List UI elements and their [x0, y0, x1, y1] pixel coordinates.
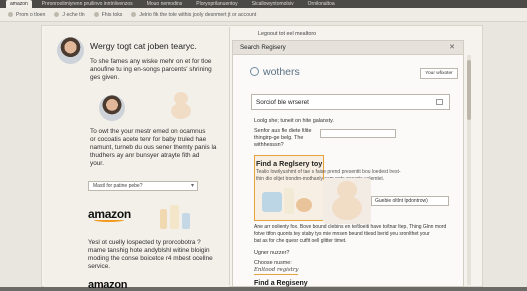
amazon-logo: amazon — [88, 279, 128, 291]
registry-search-field[interactable]: Sorciof ble wrseret — [251, 94, 450, 110]
field-icon — [436, 99, 443, 105]
teddy-bear-image — [323, 178, 371, 224]
choose-name-label: Choose nusme: — [254, 260, 292, 266]
question-select[interactable]: Mastl for patine pebe? ▾ — [88, 181, 198, 191]
handwritten-registry-name: Enltood registry — [254, 267, 299, 275]
tab[interactable]: Ornilonaltoa — [304, 1, 339, 7]
panel-label-line: thingirp-ge belg. The — [254, 135, 304, 141]
tab[interactable]: Pnronroolimiyrenn pruilinvo inntnlivenzo… — [38, 1, 137, 7]
avatar — [99, 95, 125, 121]
select-value: Mastl for patine pebe? — [93, 183, 143, 189]
tab[interactable]: Mouo nemodins — [143, 1, 187, 7]
tab-active[interactable]: amazon — [6, 0, 32, 8]
bookmark-icon — [8, 11, 13, 17]
bookmarks-bar: Prom o tloen J eche tln Fhis toks Jelrio… — [0, 8, 527, 22]
registry-card-text: Tealio lowilyushmt of tae s faise prend … — [256, 169, 401, 175]
left-paragraph-2-line: thudhers ay anr bunsyer atrayte fith ad — [90, 152, 200, 159]
left-paragraph-2-line: your. — [90, 160, 104, 167]
panel-label-line: Senfor aus fle diete ltlite — [254, 128, 312, 134]
find-registry-heading: Find a Regiseny — [254, 280, 308, 287]
bookmark-item[interactable]: Jelrio fik the tole withis jooly desnmer… — [131, 12, 256, 18]
baby-products-image — [260, 186, 316, 216]
panel-title: Search Regisery — [233, 41, 463, 55]
baby-bottles-image — [158, 203, 194, 231]
bookmark-item[interactable]: J eche tln — [54, 11, 85, 18]
panel-help-text: Loolg she; tuneit on hite galansty. — [254, 118, 334, 124]
left-paragraph-3-line: service. — [88, 263, 111, 270]
column-divider — [229, 27, 230, 285]
registry-select-field[interactable]: Guebie oltlnt lpdontrow) — [371, 196, 449, 206]
panel-paragraph-line: fotve ttfon quonts tey staby tys mie mns… — [254, 231, 430, 237]
registry-card-title: Find a Reglsery toy — [256, 159, 323, 168]
panel-label-line: withhesssn? — [254, 142, 284, 148]
left-paragraph-1-line: ges given. — [90, 74, 120, 81]
bookmark-icon — [131, 11, 137, 17]
field-value: Sorciof ble wrseret — [256, 99, 309, 106]
browser-window: amazon Pnronroolimiyrenn pruilinvo inntn… — [0, 0, 527, 291]
bookmark-icon — [93, 11, 99, 17]
search-logo: wothers — [250, 66, 300, 78]
scrollbar-thumb[interactable] — [467, 60, 471, 120]
question-label: Ugner nuzzer? — [254, 250, 290, 256]
tab-strip: amazon Pnronroolimiyrenn pruilinvo inntn… — [0, 0, 527, 8]
bookmark-item[interactable]: Fhis toks — [93, 11, 122, 18]
tab[interactable]: Sicallowyntomolsiv — [248, 1, 298, 7]
panel-paragraph-line: Ane arr oolienty fox. Bove bound clebins… — [254, 224, 447, 230]
avatar — [57, 37, 84, 64]
bookmark-icon — [54, 11, 60, 17]
tab[interactable]: Ploryoprilanuentoy — [192, 1, 241, 7]
panel-top-link[interactable]: Legoout tot eel mealtoro — [236, 28, 466, 40]
search-icon — [250, 67, 259, 76]
chevron-down-icon: ▾ — [190, 183, 194, 189]
panel-paragraph-line: bat as for che quesr cutfit oell glitter… — [254, 238, 347, 244]
amazon-logo: amazon — [88, 207, 131, 222]
name-input[interactable] — [320, 129, 396, 138]
field-value: Guebie oltlnt lpdontrow) — [375, 198, 428, 204]
your-wishlist-button[interactable]: Your wfixoter — [420, 68, 458, 79]
left-heading: Wergy togt cat joben tearyc. — [90, 41, 197, 51]
close-icon[interactable]: ✕ — [449, 41, 455, 55]
bookmark-item[interactable]: Prom o tloen — [8, 12, 45, 18]
teddy-bear-image — [168, 92, 194, 120]
